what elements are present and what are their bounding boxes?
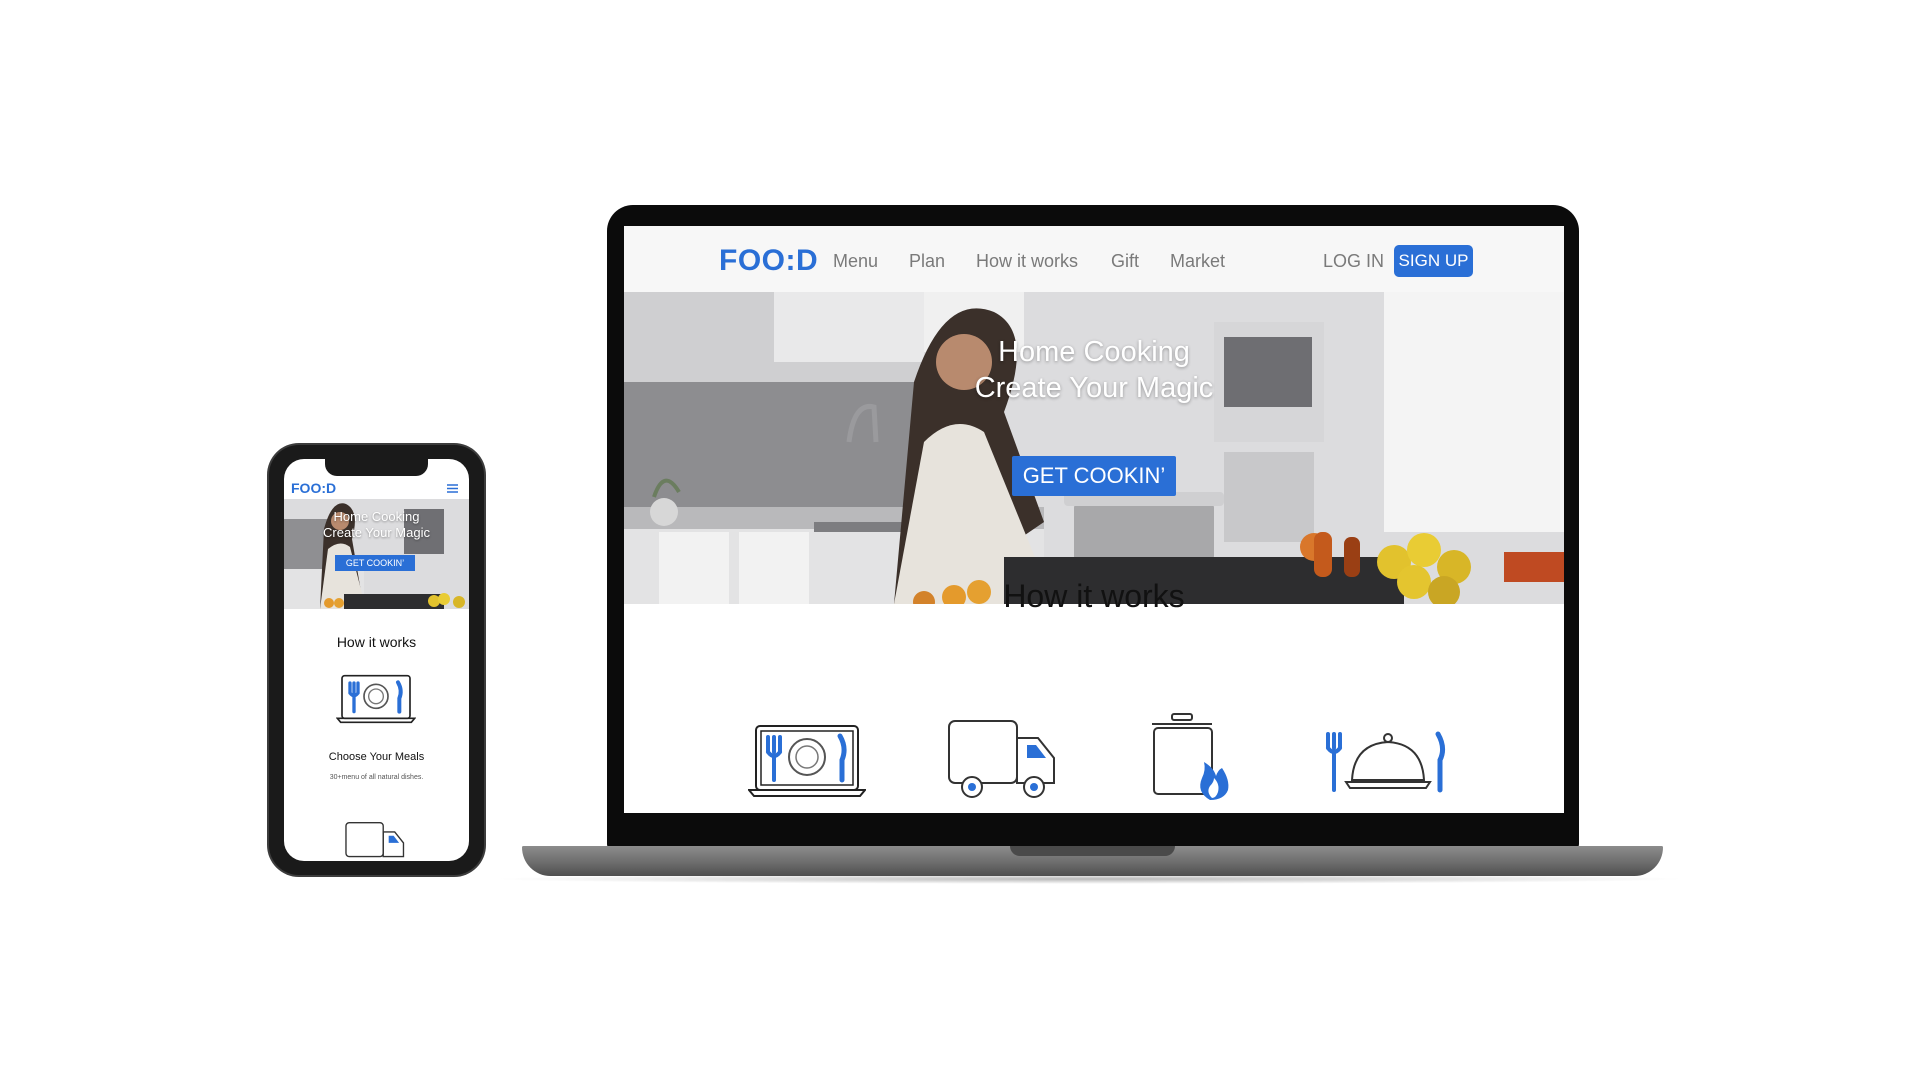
laptop-plate-icon: [748, 725, 866, 797]
delivery-truck-icon: [948, 720, 1055, 798]
hero-title-line1: Home Cooking: [998, 336, 1190, 368]
desktop-site: FOO:D Menu Plan How it works Gift Market…: [624, 226, 1564, 813]
mobile-hero-title-line1: Home Cooking: [333, 509, 420, 524]
hamburger-icon[interactable]: [447, 482, 458, 496]
mobile-how-it-works-title: How it works: [336, 634, 417, 650]
get-cookin-button[interactable]: GET COOKIN’: [1012, 456, 1176, 496]
mobile-hero-banner: Home Cooking Create Your Magic GET COOKI…: [284, 499, 469, 609]
hero-title-line2: Create Your Magic: [974, 372, 1214, 404]
desktop-navbar: FOO:D Menu Plan How it works Gift Market…: [624, 226, 1564, 292]
mobile-site: FOO:D Home Cooking Create Your Magic GET…: [284, 459, 469, 861]
serving-cloche-icon: [1326, 731, 1446, 793]
mobile-step-title: Choose Your Meals: [328, 751, 425, 763]
mobile-brand-logo[interactable]: FOO:D: [291, 480, 336, 496]
how-it-works-title: How it works: [1003, 578, 1185, 614]
mobile-delivery-truck-icon: [345, 821, 405, 858]
mobile-laptop-plate-icon: [336, 674, 416, 724]
nav-item-market[interactable]: Market: [1170, 251, 1225, 272]
signup-button[interactable]: SIGN UP: [1394, 245, 1473, 277]
laptop-hinge-notch: [1010, 846, 1175, 856]
nav-item-menu[interactable]: Menu: [833, 251, 878, 272]
nav-item-how-it-works[interactable]: How it works: [976, 251, 1078, 272]
brand-logo[interactable]: FOO:D: [719, 244, 818, 278]
hero-banner: Home Cooking Create Your Magic GET COOKI…: [624, 292, 1564, 604]
nav-item-plan[interactable]: Plan: [909, 251, 945, 272]
login-link[interactable]: LOG IN: [1323, 251, 1384, 272]
cooking-pot-flame-icon: [1152, 713, 1229, 800]
mobile-hero-title-line2: Create Your Magic: [323, 525, 430, 540]
mobile-get-cookin-button[interactable]: GET COOKIN’: [335, 555, 415, 571]
nav-item-gift[interactable]: Gift: [1111, 251, 1139, 272]
phone-notch: [325, 459, 428, 476]
mobile-step-description: 30+menu of all natural dishes.: [329, 774, 424, 781]
